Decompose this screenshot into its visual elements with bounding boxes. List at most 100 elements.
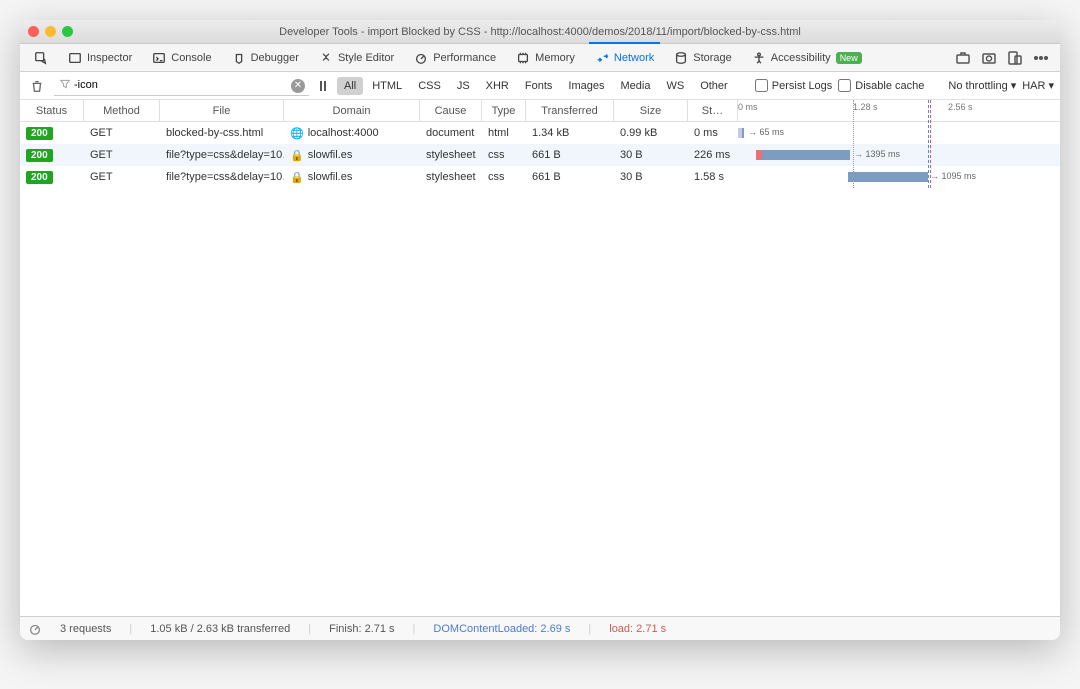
filter-pill-images[interactable]: Images bbox=[561, 77, 611, 95]
timeline-marker bbox=[928, 100, 929, 188]
cause-cell: stylesheet bbox=[420, 149, 482, 161]
filter-pills: AllHTMLCSSJSXHRFontsImagesMediaWSOther bbox=[337, 77, 735, 95]
clear-requests-button[interactable] bbox=[26, 75, 48, 97]
status-badge: 200 bbox=[26, 171, 53, 184]
screenshot-button[interactable] bbox=[980, 49, 998, 67]
console-icon bbox=[152, 51, 166, 65]
column-header-transferred[interactable]: Transferred bbox=[526, 100, 614, 121]
timeline-tick: 2.56 s bbox=[948, 102, 973, 112]
timing-label: → 1395 ms bbox=[854, 149, 900, 159]
transferred-cell: 661 B bbox=[526, 171, 614, 183]
tab-perf[interactable]: Performance bbox=[406, 47, 504, 69]
tab-storage[interactable]: Storage bbox=[666, 47, 740, 69]
devtools-window: Developer Tools - import Blocked by CSS … bbox=[20, 20, 1060, 640]
column-header-domain[interactable]: Domain bbox=[284, 100, 420, 121]
filter-pill-all[interactable]: All bbox=[337, 77, 363, 95]
load-time: load: 2.71 s bbox=[609, 623, 666, 635]
method-cell: GET bbox=[84, 127, 160, 139]
devtools-tabs: InspectorConsoleDebuggerStyle EditorPerf… bbox=[20, 44, 1060, 72]
tab-console[interactable]: Console bbox=[144, 47, 219, 69]
toolbox-button[interactable] bbox=[954, 49, 972, 67]
transferred-cell: 1.34 kB bbox=[526, 127, 614, 139]
finish-time: Finish: 2.71 s bbox=[329, 623, 394, 635]
more-options-button[interactable] bbox=[1032, 49, 1050, 67]
column-header-status[interactable]: Status bbox=[20, 100, 84, 121]
request-row[interactable]: 200 GETfile?type=css&delay=10…🔒slowfil.es… bbox=[20, 166, 1060, 188]
status-badge: 200 bbox=[26, 127, 53, 140]
waterfall-cell: → 65 ms bbox=[738, 126, 1060, 140]
network-icon bbox=[595, 51, 609, 65]
new-badge: New bbox=[836, 52, 862, 64]
filter-input-container: ✕ bbox=[54, 76, 309, 96]
domain-cell: 🌐localhost:4000 bbox=[284, 127, 420, 140]
crosshair-icon bbox=[34, 51, 48, 65]
timeline-tick: 1.28 s bbox=[853, 102, 878, 112]
clear-filter-button[interactable]: ✕ bbox=[291, 79, 305, 93]
accessibility-icon bbox=[752, 51, 766, 65]
timing-label: → 1095 ms bbox=[930, 171, 976, 181]
throttle-select[interactable]: No throttling▾ bbox=[948, 79, 1016, 92]
pause-button[interactable] bbox=[315, 78, 331, 94]
tab-memory[interactable]: Memory bbox=[508, 47, 583, 69]
request-row[interactable]: 200 GETblocked-by-css.html🌐localhost:4000… bbox=[20, 122, 1060, 144]
filter-pill-media[interactable]: Media bbox=[613, 77, 657, 95]
column-header-cause[interactable]: Cause bbox=[420, 100, 482, 121]
dcl-time: DOMContentLoaded: 2.69 s bbox=[433, 623, 570, 635]
inspector-icon bbox=[68, 51, 82, 65]
filter-pill-ws[interactable]: WS bbox=[659, 77, 691, 95]
method-cell: GET bbox=[84, 171, 160, 183]
disable-cache-checkbox[interactable]: Disable cache bbox=[838, 79, 924, 92]
network-toolbar: ✕ AllHTMLCSSJSXHRFontsImagesMediaWSOther… bbox=[20, 72, 1060, 100]
performance-icon[interactable] bbox=[28, 622, 42, 636]
size-cell: 30 B bbox=[614, 171, 688, 183]
perf-icon bbox=[414, 51, 428, 65]
column-header-method[interactable]: Method bbox=[84, 100, 160, 121]
tab-style[interactable]: Style Editor bbox=[311, 47, 402, 69]
domain-cell: 🔒slowfil.es bbox=[284, 171, 420, 184]
funnel-icon bbox=[60, 79, 70, 92]
file-cell: file?type=css&delay=10… bbox=[160, 171, 284, 183]
tab-accessibility[interactable]: AccessibilityNew bbox=[744, 47, 870, 69]
filter-pill-css[interactable]: CSS bbox=[411, 77, 448, 95]
statusbar: 3 requests| 1.05 kB / 2.63 kB transferre… bbox=[20, 616, 1060, 640]
filter-pill-fonts[interactable]: Fonts bbox=[518, 77, 560, 95]
type-cell: css bbox=[482, 171, 526, 183]
request-row[interactable]: 200GETfile?type=css&delay=10…🔒slowfil.es… bbox=[20, 144, 1060, 166]
timeline-marker bbox=[853, 100, 854, 188]
lock-icon: 🔒 bbox=[290, 171, 304, 184]
timeline-marker bbox=[930, 100, 931, 188]
filter-pill-html[interactable]: HTML bbox=[365, 77, 409, 95]
tab-debugger[interactable]: Debugger bbox=[224, 47, 307, 69]
element-picker-button[interactable] bbox=[26, 47, 56, 69]
filter-input[interactable] bbox=[54, 76, 309, 96]
waterfall-header: 0 ms1.28 s2.56 s bbox=[738, 100, 1060, 121]
responsive-mode-button[interactable] bbox=[1006, 49, 1024, 67]
column-header-size[interactable]: Size bbox=[614, 100, 688, 121]
file-cell: file?type=css&delay=10… bbox=[160, 149, 284, 161]
tab-inspector[interactable]: Inspector bbox=[60, 47, 140, 69]
style-icon bbox=[319, 51, 333, 65]
column-header-st[interactable]: St… bbox=[688, 100, 738, 121]
file-cell: blocked-by-css.html bbox=[160, 127, 284, 139]
filter-pill-js[interactable]: JS bbox=[450, 77, 477, 95]
persist-logs-checkbox[interactable]: Persist Logs bbox=[755, 79, 833, 92]
size-cell: 0.99 kB bbox=[614, 127, 688, 139]
domain-cell: 🔒slowfil.es bbox=[284, 149, 420, 162]
column-header-file[interactable]: File bbox=[160, 100, 284, 121]
cause-cell: document bbox=[420, 127, 482, 139]
titlebar: Developer Tools - import Blocked by CSS … bbox=[20, 20, 1060, 44]
column-header-type[interactable]: Type bbox=[482, 100, 526, 121]
tab-network[interactable]: Network bbox=[587, 47, 662, 69]
waterfall-cell: → 1395 ms bbox=[738, 148, 1060, 162]
window-title: Developer Tools - import Blocked by CSS … bbox=[20, 26, 1060, 38]
timing-label: → 65 ms bbox=[748, 127, 784, 137]
cause-cell: stylesheet bbox=[420, 171, 482, 183]
filter-pill-xhr[interactable]: XHR bbox=[479, 77, 516, 95]
filter-pill-other[interactable]: Other bbox=[693, 77, 735, 95]
empty-area bbox=[20, 188, 1060, 616]
chevron-down-icon: ▾ bbox=[1048, 79, 1054, 92]
globe-icon: 🌐 bbox=[290, 127, 304, 140]
type-cell: html bbox=[482, 127, 526, 139]
har-menu[interactable]: HAR▾ bbox=[1022, 79, 1054, 92]
size-cell: 30 B bbox=[614, 149, 688, 161]
